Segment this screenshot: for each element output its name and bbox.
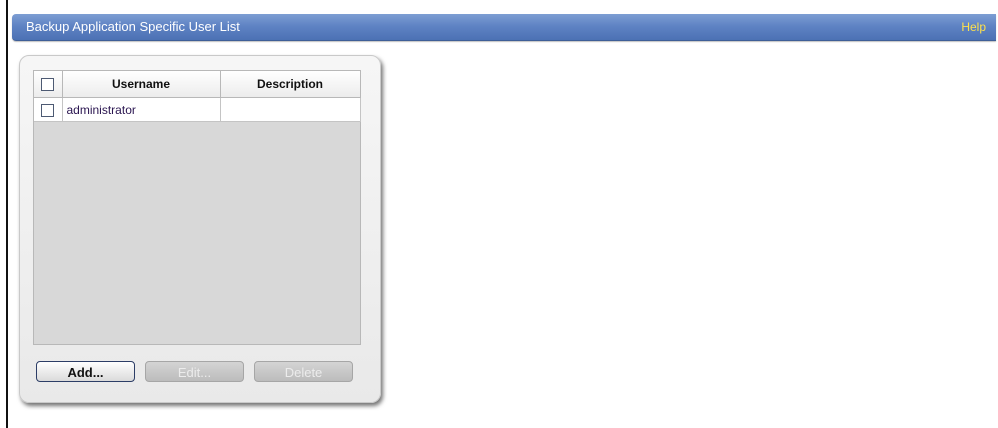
user-table: Username Description administrator bbox=[34, 71, 361, 122]
help-link[interactable]: Help bbox=[961, 20, 986, 34]
table-header-row: Username Description bbox=[34, 71, 361, 98]
user-list-panel: Username Description administrator Add..… bbox=[19, 55, 381, 403]
page-title: Backup Application Specific User List bbox=[26, 19, 240, 34]
select-all-header bbox=[34, 71, 63, 98]
column-header-username[interactable]: Username bbox=[62, 71, 221, 98]
select-all-checkbox[interactable] bbox=[41, 78, 55, 92]
delete-button[interactable]: Delete bbox=[254, 361, 353, 382]
table-row[interactable]: administrator bbox=[34, 97, 361, 122]
row-select-cell bbox=[34, 97, 63, 122]
header-bar: Backup Application Specific User List He… bbox=[12, 14, 996, 41]
user-table-container: Username Description administrator bbox=[33, 70, 361, 345]
row-checkbox[interactable] bbox=[41, 103, 55, 117]
column-header-description[interactable]: Description bbox=[220, 71, 361, 98]
edit-button[interactable]: Edit... bbox=[145, 361, 244, 382]
description-cell[interactable] bbox=[220, 97, 361, 122]
username-cell[interactable]: administrator bbox=[62, 97, 221, 122]
add-button[interactable]: Add... bbox=[36, 361, 135, 382]
